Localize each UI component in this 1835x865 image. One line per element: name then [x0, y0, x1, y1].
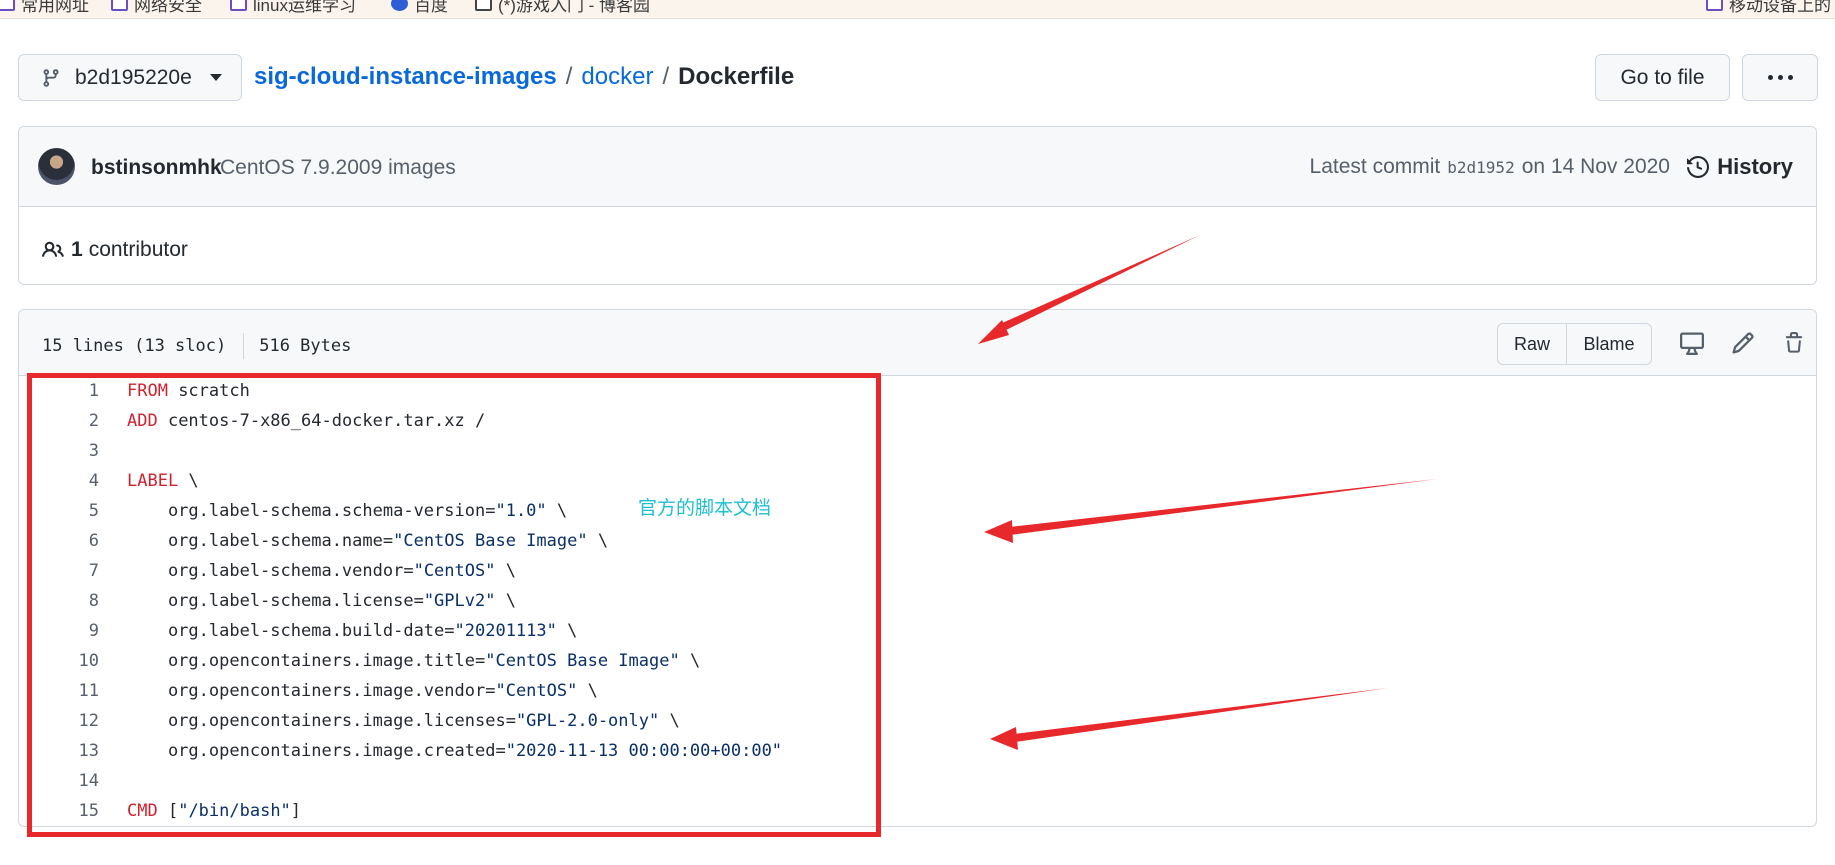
arrow-icon: [1000, 235, 1200, 331]
arrow-icon: [1014, 688, 1388, 742]
annotation-arrows: [978, 235, 1437, 750]
arrow-icon: [1009, 479, 1437, 535]
arrowhead-icon: [984, 520, 1013, 543]
arrowhead-icon: [990, 727, 1018, 750]
